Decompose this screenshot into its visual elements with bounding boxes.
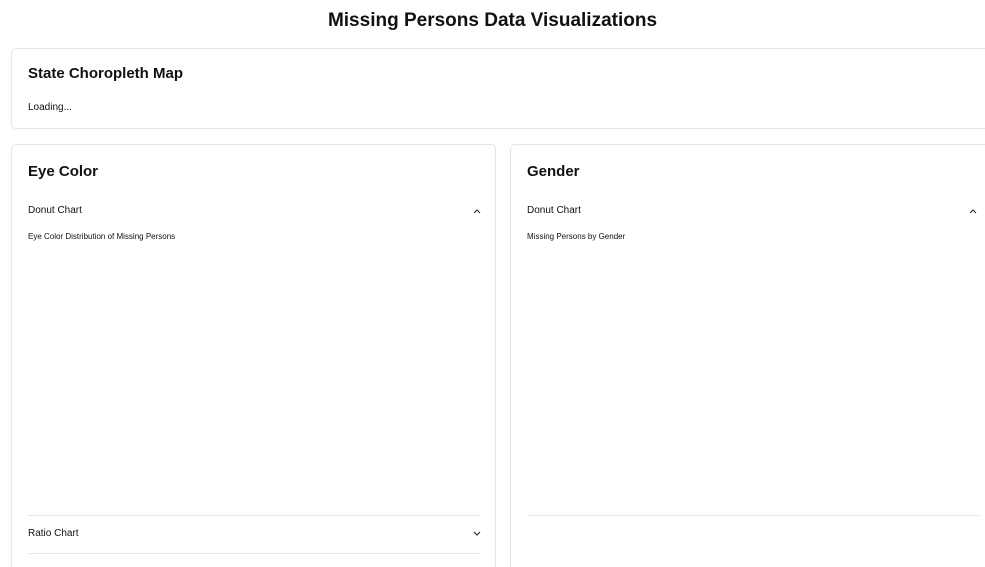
gender-donut-chart-area: [527, 245, 979, 515]
eye-color-accordion-divider: [28, 515, 480, 516]
chevron-down-icon: [471, 528, 483, 540]
eye-color-donut-chart-title: Eye Color Distribution of Missing Person…: [28, 232, 176, 241]
gender-donut-chart-title: Missing Persons by Gender: [527, 232, 626, 241]
map-card-title: State Choropleth Map: [28, 65, 184, 82]
eye-color-ratio-divider: [28, 553, 480, 554]
visualizations-page: Missing Persons Data Visualizations Stat…: [0, 0, 985, 567]
eye-color-title: Eye Color: [28, 163, 99, 180]
gender-donut-accordion-header[interactable]: Donut Chart: [527, 200, 979, 222]
map-loading-status: Loading...: [28, 102, 72, 113]
gender-donut-accordion-label: Donut Chart: [527, 205, 581, 216]
eye-color-donut-accordion-label: Donut Chart: [28, 205, 82, 216]
chevron-up-icon: [967, 205, 979, 217]
gender-title: Gender: [527, 163, 580, 180]
eye-color-card: Eye Color Donut Chart Eye Color Distribu…: [11, 144, 496, 567]
gender-accordion-divider: [527, 515, 979, 516]
eye-color-ratio-accordion-header[interactable]: Ratio Chart: [28, 523, 483, 545]
page-title: Missing Persons Data Visualizations: [327, 10, 658, 31]
gender-card: Gender Donut Chart Missing Persons by Ge…: [510, 144, 985, 567]
chevron-up-icon: [471, 205, 483, 217]
state-choropleth-map-card: State Choropleth Map Loading...: [11, 48, 985, 129]
eye-color-donut-chart-area: [28, 245, 483, 515]
eye-color-ratio-accordion-label: Ratio Chart: [28, 528, 79, 539]
eye-color-donut-accordion-header[interactable]: Donut Chart: [28, 200, 483, 222]
